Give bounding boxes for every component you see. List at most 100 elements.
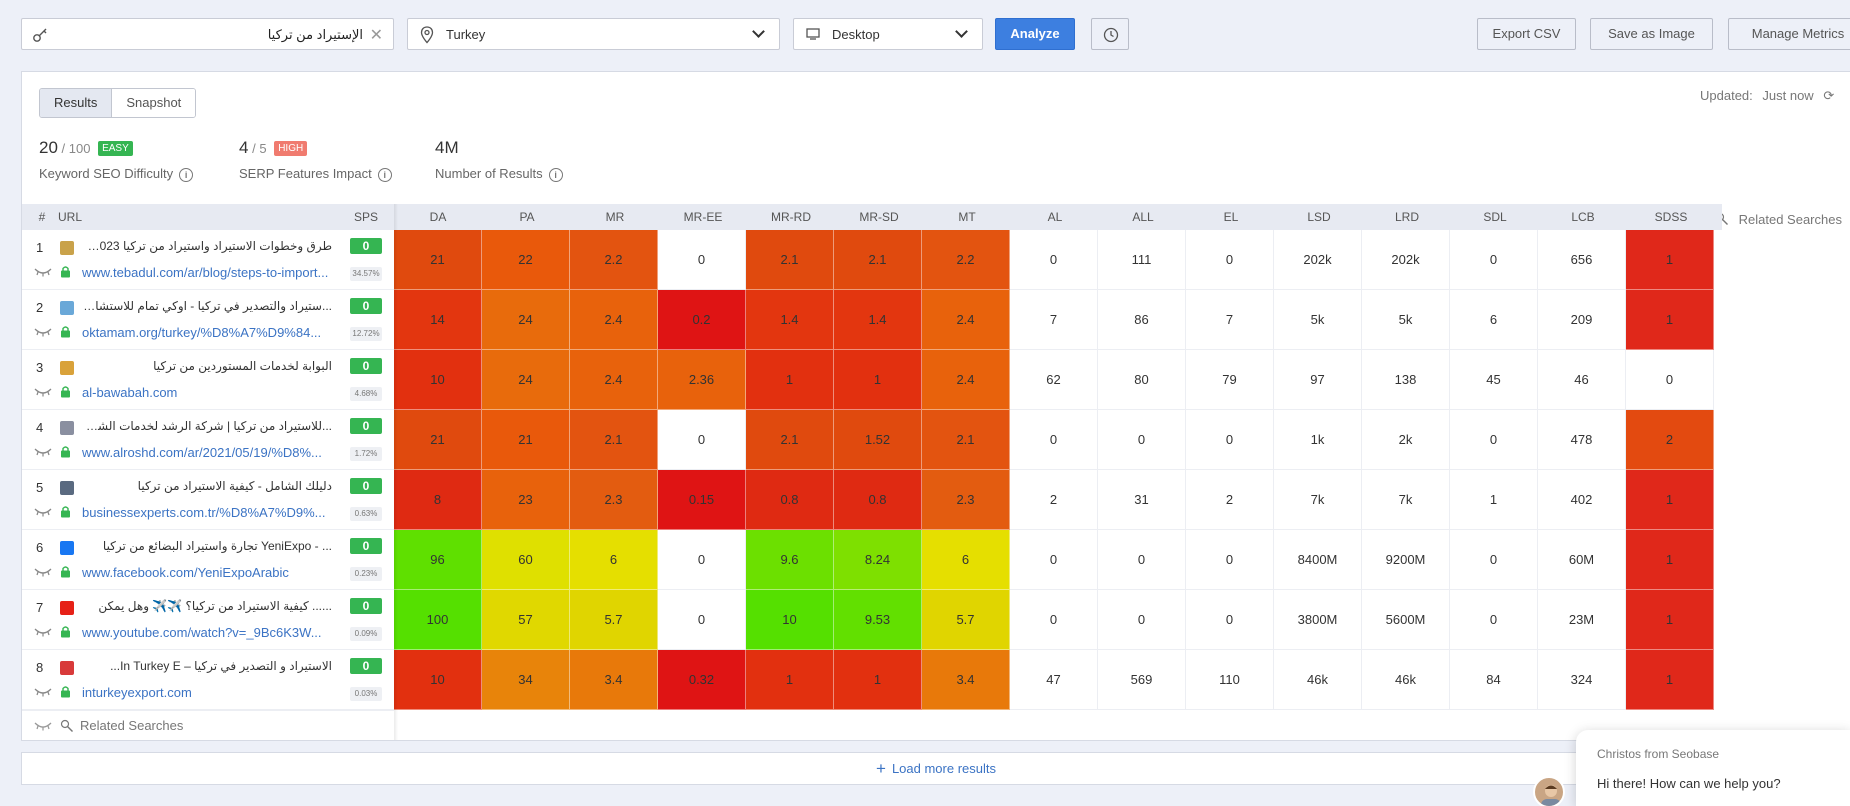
location-select[interactable]: Turkey	[407, 18, 780, 50]
result-url[interactable]: www.tebadul.com/ar/blog/steps-to-import.…	[82, 265, 352, 280]
metric-cell-lcb: 656	[1538, 230, 1626, 290]
info-icon[interactable]: i	[377, 168, 392, 182]
ctr-badge: 34.57%	[350, 267, 382, 281]
col-lrd[interactable]: LRD	[1363, 204, 1451, 230]
analyze-button[interactable]: Analyze	[995, 18, 1075, 50]
result-url[interactable]: www.alroshd.com/ar/2021/05/19/%D8%...	[82, 445, 352, 460]
metric-cell-sdl: 1	[1450, 470, 1538, 530]
refresh-icon[interactable]: ⟳	[1823, 88, 1834, 103]
eye-closed-icon[interactable]	[34, 506, 52, 518]
col-el[interactable]: EL	[1187, 204, 1275, 230]
metric-cell-lrd: 7k	[1362, 470, 1450, 530]
col-all[interactable]: ALL	[1099, 204, 1187, 230]
lock-icon	[60, 565, 71, 578]
save-image-button[interactable]: Save as Image	[1590, 18, 1713, 50]
keyword-input[interactable]: الإستيراد من تركيا ✕	[21, 18, 394, 50]
metric-cell-lsd: 97	[1274, 350, 1362, 410]
favicon-icon	[60, 601, 74, 615]
metric-cell-sdl: 0	[1450, 230, 1538, 290]
tab-results[interactable]: Results	[40, 89, 112, 117]
eye-closed-icon[interactable]	[34, 686, 52, 698]
lock-icon	[60, 685, 71, 698]
result-title[interactable]: ...للاستيراد من تركيا | شركة الرشد لخدما…	[82, 419, 332, 433]
tab-snapshot[interactable]: Snapshot	[111, 89, 196, 117]
metric-cell-da: 21	[394, 230, 482, 290]
table-row[interactable]: 1 طرق وخطوات الاستيراد واستيراد من تركيا …	[22, 230, 394, 290]
result-url[interactable]: businessexperts.com.tr/%D8%A7%D9%...	[82, 505, 352, 520]
result-url[interactable]: oktamam.org/turkey/%D8%A7%D9%84...	[82, 325, 352, 340]
metric-cell-mr-ee: 0.32	[658, 650, 746, 710]
metric-cell-mr-rd: 1	[746, 350, 834, 410]
result-url[interactable]: al-bawabah.com	[82, 385, 352, 400]
metric-cell-al: 2	[1010, 470, 1098, 530]
manage-metrics-button[interactable]: Manage Metrics	[1728, 18, 1850, 50]
col-mr-ee[interactable]: MR-EE	[659, 204, 747, 230]
ctr-badge: 1.72%	[350, 447, 382, 461]
result-title[interactable]: طرق وخطوات الاستيراد واستيراد من تركيا 2…	[82, 239, 332, 253]
metric-cell-mr-sd: 1.4	[834, 290, 922, 350]
result-url[interactable]: inturkeyexport.com	[82, 685, 352, 700]
related-searches-link[interactable]: Related Searches	[1715, 212, 1850, 227]
result-title[interactable]: البوابة لخدمات المستوردين من تركيا	[82, 359, 332, 373]
results-count-value: 4M	[435, 138, 459, 157]
metric-cell-mt: 2.4	[922, 350, 1010, 410]
info-icon[interactable]: i	[179, 168, 194, 182]
info-icon[interactable]: i	[548, 168, 563, 182]
table-row[interactable]: 3 البوابة لخدمات المستوردين من تركيا al-ba…	[22, 350, 394, 410]
table-row[interactable]: 6 ... - YeniExpo تجارة واستيراد البضائع م…	[22, 530, 394, 590]
metric-cell-al: 0	[1010, 410, 1098, 470]
sps-badge: 0	[350, 538, 382, 554]
metric-cell-lsd: 5k	[1274, 290, 1362, 350]
history-button[interactable]	[1091, 18, 1129, 50]
table-row[interactable]: 5 دليلك الشامل - كيفية الاستيراد من تركيا…	[22, 470, 394, 530]
col-mt[interactable]: MT	[923, 204, 1011, 230]
updated-status: Updated: Just now ⟳	[1700, 88, 1850, 104]
metric-cell-mr: 2.3	[570, 470, 658, 530]
col-sdl[interactable]: SDL	[1451, 204, 1539, 230]
person-icon	[1541, 785, 1561, 806]
col-mr[interactable]: MR	[571, 204, 659, 230]
col-sps[interactable]: SPS	[350, 204, 382, 230]
col-mr-rd[interactable]: MR-RD	[747, 204, 835, 230]
col-al[interactable]: AL	[1011, 204, 1099, 230]
avatar[interactable]	[1533, 776, 1565, 806]
metric-cell-al: 0	[1010, 230, 1098, 290]
metric-cell-lrd: 202k	[1362, 230, 1450, 290]
eye-closed-icon[interactable]	[34, 626, 52, 638]
export-csv-button[interactable]: Export CSV	[1477, 18, 1576, 50]
table-row[interactable]: 4 ...للاستيراد من تركيا | شركة الرشد لخدم…	[22, 410, 394, 470]
col-pa[interactable]: PA	[483, 204, 571, 230]
result-title[interactable]: ...... كيفية الاستيراد من تركيا؟ ✈️✈️ وه…	[82, 599, 332, 613]
metric-cell-sdss: 1	[1626, 530, 1714, 590]
eye-closed-icon[interactable]	[34, 266, 52, 278]
related-searches-row[interactable]: Related Searches	[22, 710, 394, 740]
difficulty-label: Keyword SEO Difficulty	[39, 166, 174, 181]
col-mr-sd[interactable]: MR-SD	[835, 204, 923, 230]
row-number: 1	[36, 240, 44, 255]
eye-closed-icon[interactable]	[34, 386, 52, 398]
table-row[interactable]: 7 ...... كيفية الاستيراد من تركيا؟ ✈️✈️ و…	[22, 590, 394, 650]
result-title[interactable]: ... - YeniExpo تجارة واستيراد البضائع من…	[82, 539, 332, 553]
col-url[interactable]: URL	[58, 204, 88, 230]
result-title[interactable]: الاستيراد و التصدير في تركيا – In Turkey…	[82, 659, 332, 673]
eye-closed-icon[interactable]	[34, 566, 52, 578]
result-url[interactable]: www.youtube.com/watch?v=_9Bc6K3W...	[82, 625, 352, 640]
col-lsd[interactable]: LSD	[1275, 204, 1363, 230]
result-title[interactable]: ...ستيراد والتصدير في تركيا - اوكي تمام …	[82, 299, 332, 313]
ctr-badge: 4.68%	[350, 387, 382, 401]
eye-closed-icon[interactable]	[34, 446, 52, 458]
result-title[interactable]: دليلك الشامل - كيفية الاستيراد من تركيا	[82, 479, 332, 493]
clear-icon[interactable]: ✕	[370, 25, 383, 45]
chat-widget[interactable]: Christos from Seobase Hi there! How can …	[1576, 730, 1850, 806]
eye-closed-icon[interactable]	[34, 326, 52, 338]
results-count-metric: 4M Number of Results i	[435, 138, 563, 182]
device-select[interactable]: Desktop	[793, 18, 983, 50]
col-da[interactable]: DA	[394, 204, 482, 230]
sps-badge: 0	[350, 238, 382, 254]
result-url[interactable]: www.facebook.com/YeniExpoArabic	[82, 565, 352, 580]
table-row[interactable]: 8 الاستيراد و التصدير في تركيا – In Turke…	[22, 650, 394, 710]
col-lcb[interactable]: LCB	[1539, 204, 1627, 230]
column-divider-shadow	[394, 204, 398, 740]
table-row[interactable]: 2 ...ستيراد والتصدير في تركيا - اوكي تمام…	[22, 290, 394, 350]
col-sdss[interactable]: SDSS	[1627, 204, 1715, 230]
